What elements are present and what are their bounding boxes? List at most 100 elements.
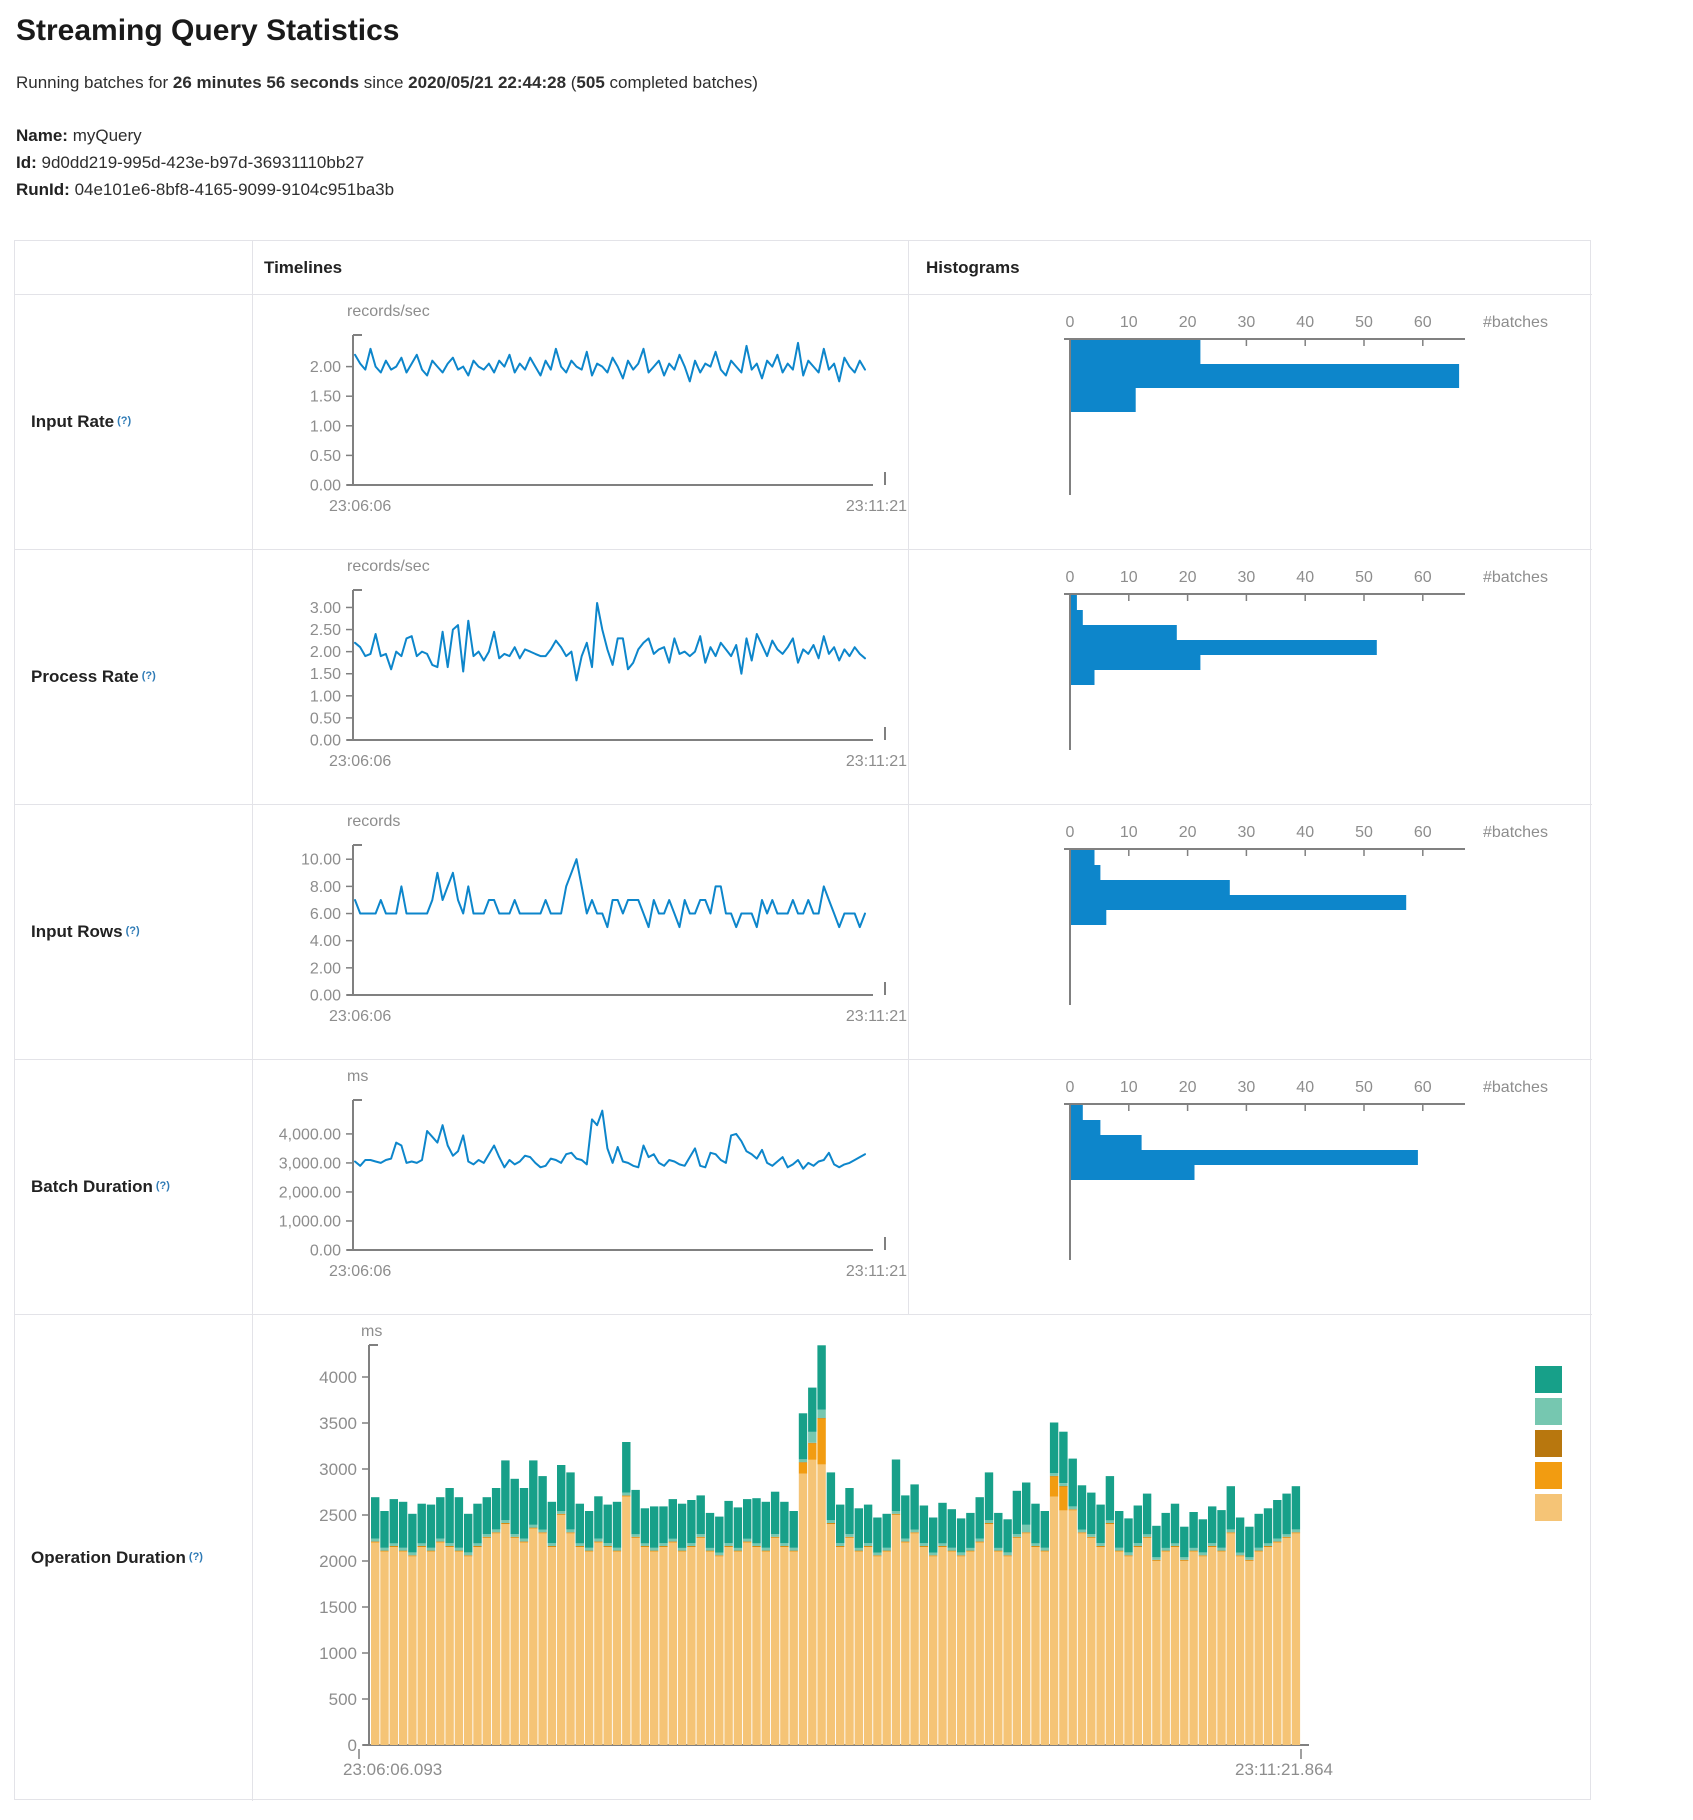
stacked-bar-segment	[1134, 1547, 1142, 1745]
stacked-bar-segment	[1143, 1537, 1151, 1538]
help-icon[interactable]: (?)	[117, 415, 131, 427]
stacked-bar-segment	[1003, 1519, 1011, 1552]
stacked-bar-segment	[734, 1551, 742, 1552]
batches-axis-label: #batches	[1483, 569, 1548, 586]
stacked-bar-segment	[752, 1547, 760, 1745]
stacked-bar-segment	[920, 1506, 928, 1544]
stacked-bar-segment	[817, 1410, 825, 1418]
stacked-bar-segment	[566, 1533, 574, 1745]
stacked-bar-segment	[734, 1552, 742, 1745]
stacked-bar-segment	[1087, 1534, 1095, 1537]
stacked-bar-segment	[380, 1551, 388, 1552]
row-label-input-rows: Input Rows(?)	[15, 805, 253, 1060]
stacked-bar-segment	[659, 1506, 667, 1543]
process-rate-timeline-chart: 3.002.502.001.501.000.500.0023:06:0623:1…	[253, 550, 909, 805]
stacked-bar-segment	[938, 1547, 946, 1745]
help-icon[interactable]: (?)	[142, 670, 156, 682]
stacked-bar-segment	[817, 1418, 825, 1464]
stacked-bar-segment	[418, 1546, 426, 1547]
stacked-bar-segment	[892, 1460, 900, 1512]
stacked-bar-segment	[445, 1488, 453, 1543]
stacked-bar-segment	[1031, 1547, 1039, 1548]
stacked-bar-segment	[1013, 1491, 1021, 1534]
help-icon[interactable]: (?)	[126, 925, 140, 937]
query-runid-line: RunId: 04e101e6-8bf8-4165-9099-9104c951b…	[16, 176, 1693, 203]
stacked-bar-segment	[1115, 1511, 1123, 1548]
histogram-bar	[1071, 610, 1083, 625]
x-tick-label: 60	[1414, 569, 1432, 586]
stacked-bar-segment	[948, 1552, 956, 1745]
stacked-bar-segment	[1069, 1509, 1077, 1510]
stacked-bar-segment	[622, 1497, 630, 1745]
stacked-bar-segment	[501, 1524, 509, 1525]
stacked-bar-segment	[418, 1547, 426, 1548]
x-end-label: 23:11:21	[846, 498, 907, 515]
stacked-bar-segment	[631, 1534, 639, 1537]
process-rate-timeline-cell: 3.002.502.001.501.000.500.0023:06:0623:1…	[253, 550, 909, 805]
stacked-bar-segment	[1134, 1543, 1142, 1546]
batch-duration-timeline-chart: 4,000.003,000.002,000.001,000.000.0023:0…	[253, 1060, 909, 1315]
stacked-bar-segment	[845, 1537, 853, 1538]
stacked-bar-segment	[873, 1556, 881, 1745]
stacked-bar-segment	[594, 1542, 602, 1543]
stacked-bar-segment	[901, 1495, 909, 1538]
stacked-bar-segment	[1227, 1529, 1235, 1532]
stacked-bar-segment	[1078, 1485, 1086, 1529]
stacked-bar-segment	[1162, 1551, 1170, 1552]
stacked-bar-segment	[799, 1413, 807, 1459]
stacked-bar-segment	[594, 1541, 602, 1542]
stacked-bar-segment	[1022, 1533, 1030, 1534]
stacked-bar-segment	[827, 1524, 835, 1745]
stacked-bar-segment	[445, 1547, 453, 1745]
stacked-bar-segment	[427, 1548, 435, 1551]
stacked-bar-segment	[845, 1488, 853, 1534]
stacked-bar-segment	[938, 1543, 946, 1546]
stacked-bar-segment	[873, 1552, 881, 1555]
y-tick-label: 3500	[319, 1414, 357, 1433]
id-label: Id:	[16, 153, 37, 172]
legend-swatch-teal-segment	[1535, 1366, 1562, 1393]
histogram-bar	[1071, 625, 1177, 640]
stacked-bar-segment	[1134, 1547, 1142, 1548]
x-tick-label: 40	[1296, 1079, 1314, 1096]
stacked-bar-segment	[408, 1556, 416, 1557]
stacked-bar-segment	[1106, 1523, 1114, 1524]
stacked-bar-segment	[734, 1548, 742, 1551]
stacked-bar-segment	[1264, 1543, 1272, 1546]
x-tick-label: 60	[1414, 1079, 1432, 1096]
stacked-bar-segment	[1208, 1546, 1216, 1547]
stacked-bar-segment	[873, 1518, 881, 1553]
stacked-bar-segment	[436, 1539, 444, 1542]
stacked-bar-segment	[957, 1556, 965, 1557]
stacked-bar-segment	[1050, 1476, 1058, 1477]
stacked-bar-segment	[752, 1547, 760, 1548]
help-icon[interactable]: (?)	[189, 1551, 203, 1563]
stacked-bar-segment	[436, 1497, 444, 1538]
x-tick-label: 50	[1355, 314, 1373, 331]
stacked-bar-segment	[985, 1523, 993, 1524]
stacked-bar-segment	[1069, 1510, 1077, 1745]
stacked-bar-segment	[1115, 1551, 1123, 1552]
stacked-bar-segment	[566, 1533, 574, 1534]
stacked-bar-segment	[1124, 1552, 1132, 1555]
y-tick-label: 2000	[319, 1552, 357, 1571]
histogram-bar	[1071, 340, 1200, 364]
stacked-bar-segment	[613, 1551, 621, 1552]
stacked-bar-segment	[1069, 1510, 1077, 1511]
stacked-bar-segment	[1087, 1537, 1095, 1538]
help-icon[interactable]: (?)	[156, 1180, 170, 1192]
stacked-bar-segment	[520, 1541, 528, 1542]
stacked-bar-segment	[1199, 1555, 1207, 1556]
stacked-bar-segment	[724, 1546, 732, 1547]
stacked-bar-segment	[938, 1547, 946, 1548]
stacked-bar-segment	[1282, 1538, 1290, 1745]
stacked-bar-segment	[1292, 1486, 1300, 1529]
stacked-bar-segment	[390, 1547, 398, 1548]
stacked-bar-segment	[641, 1547, 649, 1548]
summary-text: (	[566, 73, 576, 92]
stacked-bar-segment	[827, 1520, 835, 1523]
stacked-bar-segment	[1189, 1551, 1197, 1552]
x-tick-label: 0	[1066, 824, 1075, 841]
stacked-bar-segment	[985, 1520, 993, 1523]
process-rate-histogram-chart: 0102030405060#batches	[909, 550, 1592, 805]
